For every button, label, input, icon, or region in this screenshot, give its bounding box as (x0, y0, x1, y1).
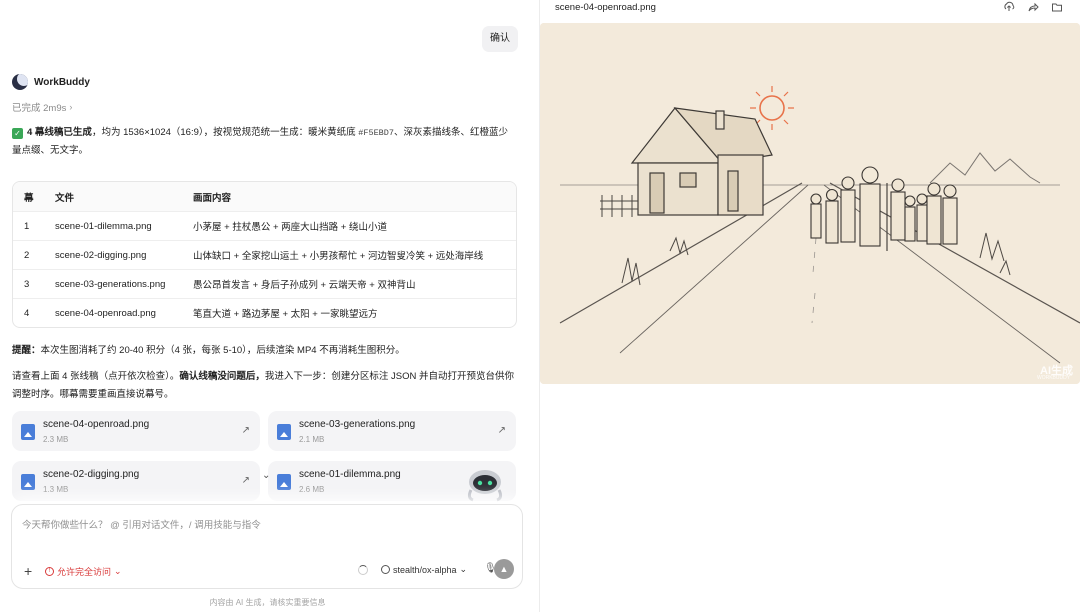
open-arrow-icon[interactable]: ↗ (242, 475, 250, 486)
completion-status-text: 已完成 2m9s (12, 103, 67, 114)
scene-table: 幕 文件 画面内容 1 scene-01-dilemma.png 小茅屋 + 拄… (12, 181, 517, 328)
review-bold: 确认线稿没问题后， (179, 371, 265, 382)
summary-paragraph: ✓ 4 幕线稿已生成，均为 1536×1024（16:9），按视觉规范统一生成：暖… (12, 124, 517, 160)
agent-header: WorkBuddy (12, 74, 90, 90)
file-name: scene-03-generations.png (299, 419, 416, 430)
chevron-down-icon: ⌄ (114, 566, 122, 576)
cell-num: 3 (24, 278, 30, 290)
chevron-down-icon: ⌄ (459, 564, 468, 574)
open-arrow-icon[interactable]: ↗ (498, 425, 506, 436)
send-button[interactable]: ▲ (494, 559, 514, 579)
review-text-a: 请查看上面 4 张线稿（点开依次检查）。 (12, 371, 180, 382)
summary-bold: 4 幕线稿已生成 (27, 127, 92, 138)
preview-title: scene-04-openroad.png (555, 2, 656, 13)
permission-button[interactable]: ! 允许完全访问 ⌄ (45, 565, 122, 578)
summary-text: ，均为 1536×1024（16:9），按视觉规范统一生成：暖米黄纸底 (91, 127, 359, 138)
assistant-mascot-icon[interactable] (463, 468, 507, 502)
table-header-row: 幕 文件 画面内容 (13, 182, 516, 211)
table-row: 4 scene-04-openroad.png 笔直大道 + 路边茅屋 + 太阳… (13, 298, 516, 327)
composer-input[interactable]: 今天帮你做些什么？ @ 引用对话文件，/ 调用技能与指令 (22, 517, 261, 531)
file-size: 1.3 MB (43, 485, 69, 494)
image-file-icon (21, 424, 35, 440)
image-file-icon (277, 424, 291, 440)
chevron-right-icon: › (69, 102, 73, 112)
check-icon: ✓ (12, 128, 23, 139)
completion-status[interactable]: 已完成 2m9s › (12, 100, 72, 114)
file-size: 2.3 MB (43, 435, 69, 444)
cell-num: 4 (24, 307, 30, 319)
cell-file: scene-04-openroad.png (55, 307, 156, 319)
cell-content: 小茅屋 + 拄杖愚公 + 两座大山挡路 + 绕山小道 (193, 222, 387, 233)
file-card[interactable]: scene-03-generations.png 2.1 MB ↗ (268, 411, 516, 451)
file-name: scene-02-digging.png (43, 469, 140, 480)
agent-name: WorkBuddy (34, 76, 90, 88)
col-header-scene: 幕 (24, 192, 34, 204)
open-arrow-icon[interactable]: ↗ (242, 425, 250, 436)
composer[interactable]: 今天帮你做些什么？ @ 引用对话文件，/ 调用技能与指令 + ! 允许完全访问 … (11, 504, 523, 589)
chevron-down-icon[interactable]: ⌄ (262, 470, 270, 481)
folder-icon[interactable] (1051, 1, 1063, 13)
file-name: scene-04-openroad.png (43, 419, 150, 430)
cell-content: 笔直大道 + 路边茅屋 + 太阳 + 一家眺望远方 (193, 309, 378, 320)
chat-pane: 确认 WorkBuddy 已完成 2m9s › ✓ 4 幕线稿已生成，均为 153… (0, 0, 539, 612)
color-code: #F5EBD7 (358, 128, 394, 138)
globe-icon (381, 565, 390, 574)
agent-avatar (12, 74, 28, 90)
model-label: stealth/ox-alpha (393, 564, 457, 575)
table-row: 2 scene-02-digging.png 山体缺口 + 全家挖山运土 + 小… (13, 240, 516, 269)
reminder-bold: 提醒： (12, 345, 41, 356)
cell-file: scene-03-generations.png (55, 278, 166, 290)
file-card[interactable]: scene-04-openroad.png 2.3 MB ↗ (12, 411, 260, 451)
model-selector[interactable]: stealth/ox-alpha ⌄ (381, 564, 467, 575)
table-row: 3 scene-03-generations.png 愚公昂首发言 + 身后子孙… (13, 269, 516, 298)
file-card[interactable]: scene-02-digging.png 1.3 MB ↗ (12, 461, 260, 501)
cell-num: 2 (24, 249, 30, 261)
reminder-paragraph: 提醒：本次生图消耗了约 20-40 积分（4 张，每张 5-10），后续渲染 M… (12, 344, 405, 358)
loading-spinner-icon (358, 565, 368, 575)
cell-content: 山体缺口 + 全家挖山运土 + 小男孩帮忙 + 河边智叟冷笑 + 远处海岸线 (193, 251, 484, 262)
share-icon[interactable] (1027, 1, 1039, 13)
table-row: 1 scene-01-dilemma.png 小茅屋 + 拄杖愚公 + 两座大山… (13, 211, 516, 240)
ai-disclaimer: 内容由 AI 生成，请核实重要信息 (209, 598, 326, 607)
ai-watermark-sub: WORKBUDDY (1037, 375, 1071, 381)
warning-icon: ! (45, 567, 54, 576)
cell-num: 1 (24, 220, 30, 232)
cell-file: scene-02-digging.png (55, 249, 147, 261)
upload-icon[interactable] (1003, 1, 1015, 13)
reminder-text: 本次生图消耗了约 20-40 积分（4 张，每张 5-10），后续渲染 MP4 … (40, 345, 405, 356)
sketch-illustration (540, 23, 1080, 384)
col-header-content: 画面内容 (193, 192, 232, 204)
preview-image[interactable] (540, 23, 1080, 384)
col-header-file: 文件 (55, 192, 75, 204)
permission-label: 允许完全访问 (57, 567, 112, 577)
file-name: scene-01-dilemma.png (299, 469, 401, 480)
review-paragraph: 请查看上面 4 张线稿（点开依次检查）。确认线稿没问题后，我进入下一步：创建分区… (12, 368, 517, 404)
file-size: 2.1 MB (299, 435, 325, 444)
plus-icon[interactable]: + (24, 563, 32, 579)
image-file-icon (277, 474, 291, 490)
user-message-bubble: 确认 (482, 26, 518, 52)
image-file-icon (21, 474, 35, 490)
cell-content: 愚公昂首发言 + 身后子孙成列 + 云端天帝 + 双神背山 (193, 280, 416, 291)
cell-file: scene-01-dilemma.png (55, 220, 152, 232)
file-size: 2.6 MB (299, 485, 325, 494)
